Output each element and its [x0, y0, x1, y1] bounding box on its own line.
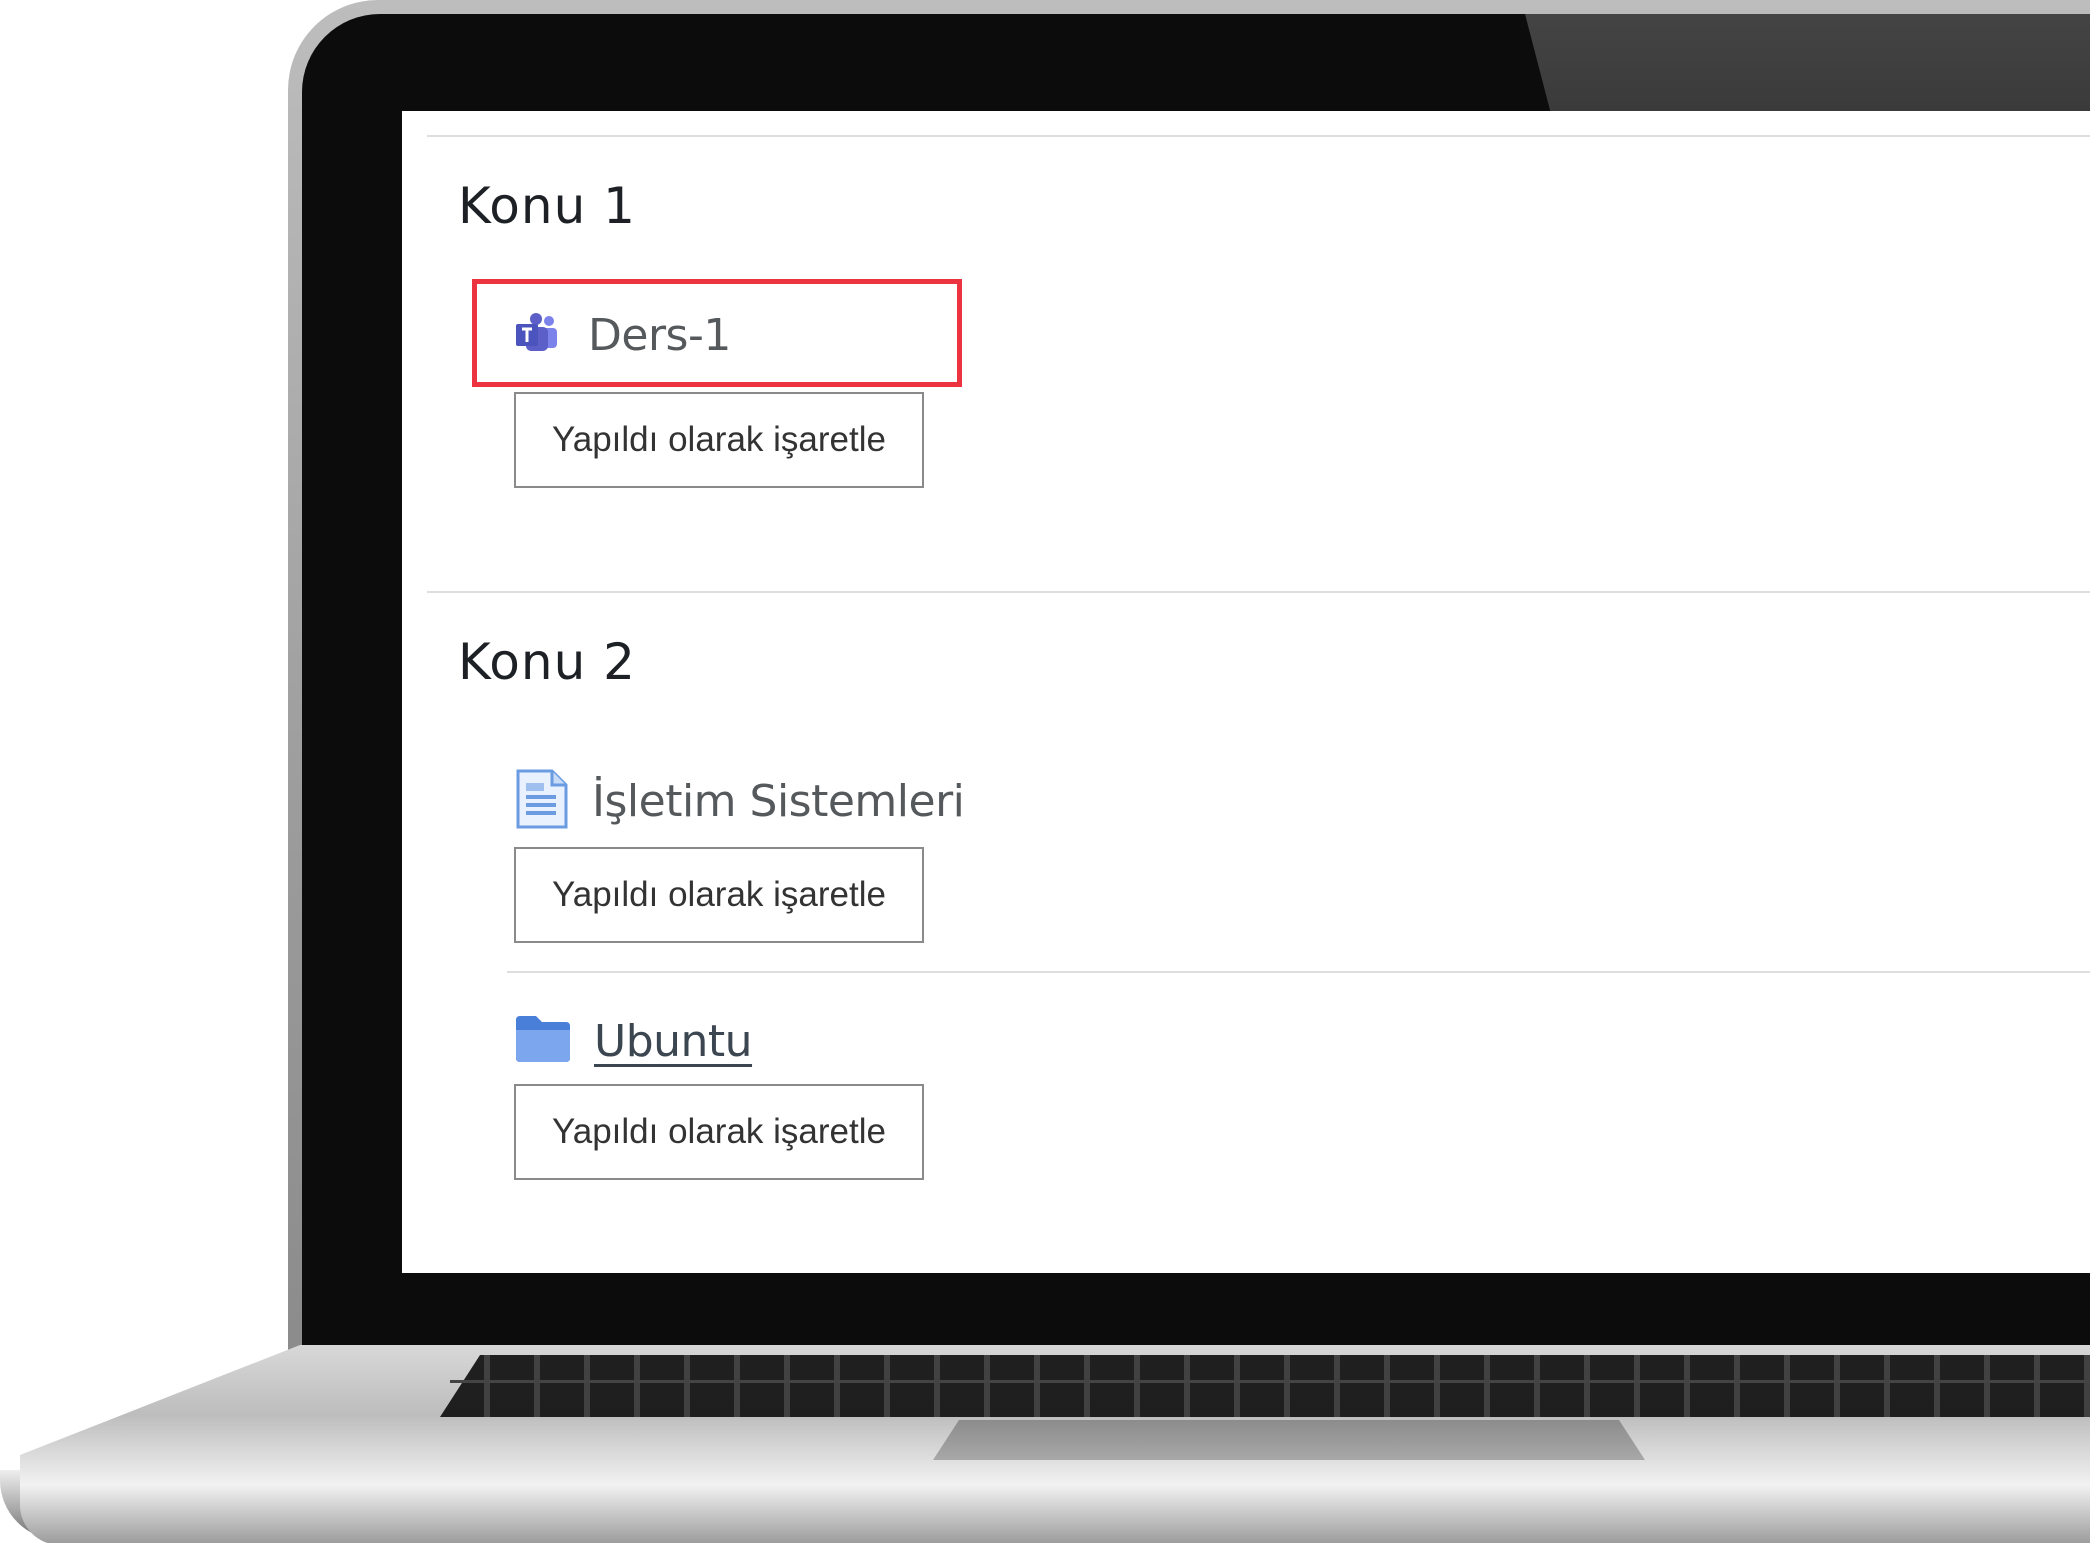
activity-ders-1[interactable]: Ders-1	[514, 303, 731, 367]
activity-name: İşletim Sistemleri	[592, 775, 965, 827]
trackpad	[933, 1420, 1645, 1460]
screen: Konu 1 Ders-1 Yapıldı olarak işaretle Ko…	[402, 111, 2090, 1273]
activity-name: Ders-1	[588, 309, 731, 361]
page-icon	[514, 769, 570, 834]
mark-done-button[interactable]: Yapıldı olarak işaretle	[514, 847, 924, 943]
section-divider	[427, 135, 2090, 137]
activity-ubuntu[interactable]: Ubuntu	[514, 1009, 753, 1073]
section-divider	[427, 591, 2090, 593]
mark-done-button[interactable]: Yapıldı olarak işaretle	[514, 392, 924, 488]
bezel-glare	[1525, 14, 2090, 114]
mark-done-button[interactable]: Yapıldı olarak işaretle	[514, 1084, 924, 1180]
section-title-konu-2: Konu 2	[458, 633, 636, 691]
activity-divider	[507, 971, 2090, 973]
activity-link[interactable]: Ubuntu	[594, 1016, 753, 1067]
keyboard-divider	[450, 1380, 2090, 1383]
section-title-konu-1: Konu 1	[458, 177, 636, 235]
activity-isletim-sistemleri[interactable]: İşletim Sistemleri	[514, 769, 965, 834]
teams-icon	[514, 312, 560, 358]
keyboard	[440, 1355, 2090, 1417]
folder-icon	[514, 1014, 572, 1069]
laptop-mockup: Konu 1 Ders-1 Yapıldı olarak işaretle Ko…	[0, 0, 2090, 1543]
